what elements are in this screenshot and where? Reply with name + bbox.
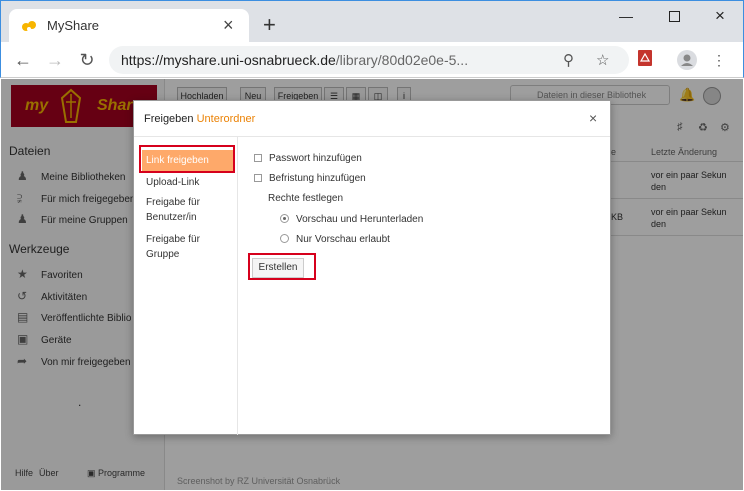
address-text: https://myshare.uni-osnabrueck.de/librar… <box>121 52 468 68</box>
browser-tabstrip: MyShare × + — × <box>0 0 744 43</box>
dialog-title: Freigeben Unterordner <box>144 113 255 125</box>
highlight-box-share-link <box>139 145 235 173</box>
url-path: /library/80d02e0e-5... <box>335 52 469 68</box>
radio-button[interactable] <box>280 234 289 243</box>
dialog-title-prefix: Freigeben <box>144 113 194 125</box>
radio-preview-download-label: Vorschau und Herunterladen <box>296 214 424 225</box>
tab-share-to-group[interactable]: Freigabe für Gruppe <box>142 232 234 262</box>
share-dialog: Freigeben Unterordner × Link freigeben U… <box>133 100 611 435</box>
profile-avatar-icon[interactable] <box>677 50 697 70</box>
new-tab-button[interactable]: + <box>263 14 276 36</box>
browser-toolbar: ← → ↻ https://myshare.uni-osnabrueck.de/… <box>0 42 744 78</box>
expiry-label: Befristung hinzufügen <box>269 173 366 184</box>
tab-share-to-user[interactable]: Freigabe für Benutzer/in <box>142 195 234 225</box>
forward-button[interactable]: → <box>43 48 67 72</box>
radio-preview-download[interactable]: Vorschau und Herunterladen <box>280 214 423 225</box>
close-window-button[interactable]: × <box>697 3 743 31</box>
pdf-extension-icon[interactable] <box>635 50 655 70</box>
password-option[interactable]: Passwort hinzufügen <box>254 153 362 164</box>
expiry-option[interactable]: Befristung hinzufügen <box>254 173 366 184</box>
address-bar[interactable]: https://myshare.uni-osnabrueck.de/librar… <box>109 46 629 74</box>
close-icon[interactable]: × <box>589 111 597 125</box>
close-tab-icon[interactable]: × <box>223 16 234 34</box>
radio-preview-only-label: Nur Vorschau erlaubt <box>296 234 390 245</box>
myshare-favicon-icon <box>22 21 36 31</box>
rights-label: Rechte festlegen <box>268 193 344 204</box>
browser-tab[interactable]: MyShare × <box>9 9 249 43</box>
dialog-title-item: Unterordner <box>196 113 256 125</box>
menu-more-icon[interactable]: ⋮ <box>709 50 729 70</box>
password-checkbox[interactable] <box>254 154 262 162</box>
zoom-icon[interactable]: ⚲ <box>563 51 574 69</box>
radio-button-selected[interactable] <box>280 214 289 223</box>
dialog-header: Freigeben Unterordner × <box>134 101 610 137</box>
password-label: Passwort hinzufügen <box>269 153 362 164</box>
bookmark-star-icon[interactable]: ☆ <box>596 51 609 69</box>
maximize-window-button[interactable] <box>651 3 697 31</box>
reload-button[interactable]: ↻ <box>75 48 99 72</box>
radio-preview-only[interactable]: Nur Vorschau erlaubt <box>280 234 390 245</box>
expiry-checkbox[interactable] <box>254 174 262 182</box>
dialog-nav: Link freigeben Upload-Link Freigabe für … <box>134 137 238 435</box>
minimize-window-button[interactable]: — <box>603 3 649 31</box>
tab-upload-link[interactable]: Upload-Link <box>142 175 234 190</box>
tab-title: MyShare <box>47 18 100 33</box>
highlight-box-create <box>248 253 316 280</box>
back-button[interactable]: ← <box>11 48 35 72</box>
url-host: https://myshare.uni-osnabrueck.de <box>121 52 336 68</box>
